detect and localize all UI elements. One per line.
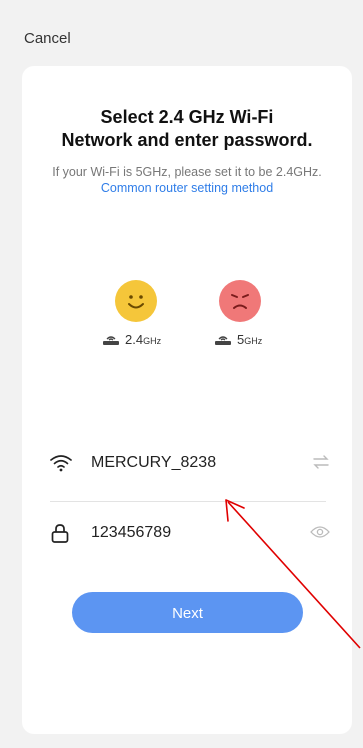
wifi-icon: [50, 454, 76, 472]
next-button[interactable]: Next: [72, 592, 303, 633]
band-2-4ghz: 2.4GHz: [102, 332, 161, 347]
router-setting-link[interactable]: Common router setting method: [101, 181, 273, 195]
frown-icon: [219, 280, 261, 322]
cancel-button[interactable]: Cancel: [24, 30, 71, 47]
router-icon: [215, 335, 231, 345]
password-value: 123456789: [91, 524, 172, 541]
eye-icon[interactable]: [310, 525, 330, 544]
wifi-setup-card: Select 2.4 GHz Wi-Fi Network and enter p…: [22, 66, 352, 734]
field-divider: [50, 501, 326, 502]
wifi-name-field[interactable]: MERCURY_8238: [50, 448, 330, 478]
switch-network-icon[interactable]: [312, 455, 330, 474]
password-field[interactable]: 123456789: [50, 518, 330, 548]
hint-body: If your Wi-Fi is 5GHz, please set it to …: [52, 165, 322, 179]
page-title: Select 2.4 GHz Wi-Fi Network and enter p…: [61, 107, 313, 150]
router-icon: [103, 335, 119, 345]
smile-icon: [115, 280, 157, 322]
hint-text: If your Wi-Fi is 5GHz, please set it to …: [42, 164, 332, 196]
band-5-label: 5GHz: [237, 332, 263, 347]
lock-icon: [50, 523, 76, 543]
band-5ghz: 5GHz: [214, 332, 262, 347]
wifi-name-value: MERCURY_8238: [91, 454, 217, 471]
band-2-4-label: 2.4GHz: [125, 332, 162, 347]
band-comparison: 2.4GHz 5GHz: [22, 280, 352, 360]
